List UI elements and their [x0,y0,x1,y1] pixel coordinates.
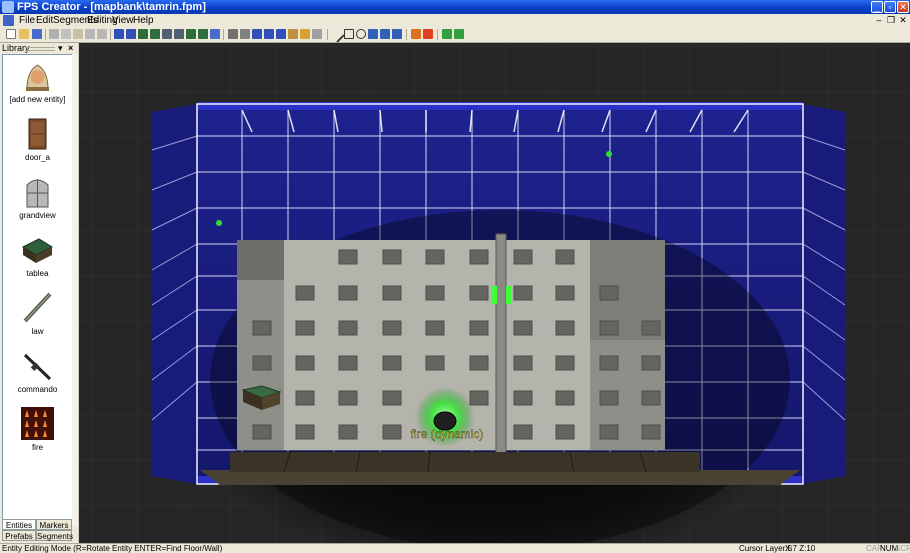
pin-icon[interactable]: ▾ [58,43,63,53]
menu-view[interactable]: View [112,14,134,27]
light-marker[interactable] [216,220,222,226]
tab-markers[interactable]: Markers [36,519,72,530]
library-panel: Library ▾ × [add new entity] door_a gran… [0,43,78,543]
zoom-icon[interactable] [210,29,220,39]
copy-icon[interactable] [61,29,71,39]
tab-segments[interactable]: Segments [36,530,73,541]
view-icon-3[interactable] [138,29,148,39]
entity-name: tablea [26,269,49,278]
title-bar: FPS Creator - [mapbank\tamrin.fpm] _ ▫ ✕ [0,0,910,14]
fire-icon [21,407,54,440]
tool-icon-7[interactable] [300,29,310,39]
minimize-button[interactable]: _ [871,1,883,13]
save-icon[interactable] [32,29,42,39]
select-icon-1[interactable] [368,29,378,39]
flag-icon-2[interactable] [423,29,433,39]
line-icon[interactable] [329,27,345,43]
build-game-icon[interactable] [454,29,464,39]
tool-icon-3[interactable] [252,29,262,39]
list-item[interactable]: law [3,287,72,345]
entity-name: fire [31,443,44,452]
app-icon [2,1,14,13]
circle-icon[interactable] [356,29,366,39]
open-icon[interactable] [19,29,29,39]
view-icon-2[interactable] [126,29,136,39]
mdi-close-icon[interactable]: ✕ [898,14,908,27]
paste-icon[interactable] [73,29,83,39]
select-icon-2[interactable] [380,29,390,39]
add-entity-icon [26,64,49,91]
menu-edit[interactable]: Edit [36,14,53,27]
level-scene[interactable]: fire (dynamic) [79,43,910,543]
panel-grip[interactable] [25,47,55,51]
tool-icon-1[interactable] [228,29,238,39]
view-icon-4[interactable] [150,29,160,39]
library-header: Library ▾ × [0,43,78,53]
entity-name: law [31,327,44,336]
entity-name: grandview [19,211,56,220]
tab-prefabs[interactable]: Prefabs [2,530,36,541]
layer-icon-1[interactable] [162,29,172,39]
entity-name: commando [17,385,58,394]
new-icon[interactable] [6,29,16,39]
list-item[interactable]: commando [3,345,72,403]
tool-icon-5[interactable] [276,29,286,39]
door-icon [28,118,47,150]
undo-icon[interactable] [85,29,95,39]
entity-list[interactable]: [add new entity] door_a grandview tablea… [2,54,73,526]
menu-bar: File Edit Segments Editing View Help – ❐… [0,14,910,27]
light-marker[interactable] [606,151,612,157]
entity-name: door_a [25,153,50,162]
tool-icon-8[interactable] [312,29,322,39]
entity-label: fire (dynamic) [411,427,484,441]
view-icon-1[interactable] [114,29,124,39]
list-item[interactable]: tablea [3,229,72,287]
tool-icon-6[interactable] [288,29,298,39]
list-item[interactable]: fire [3,403,72,461]
toolbar [0,27,910,43]
tool-icon-2[interactable] [240,29,250,39]
test-game-icon[interactable] [442,29,452,39]
cut-icon[interactable] [49,29,59,39]
commando-weapon-icon [23,353,52,381]
panel-close-icon[interactable]: × [68,43,73,53]
layer-icon-3[interactable] [186,29,196,39]
list-item[interactable]: [add new entity] [3,55,72,113]
menu-file[interactable]: File [19,14,35,27]
menu-help[interactable]: Help [133,14,154,27]
rectangle-icon[interactable] [344,29,354,39]
maximize-button[interactable]: ▫ [884,1,896,13]
document-icon[interactable] [3,15,14,26]
entity-name: [add new entity] [9,95,66,104]
redo-icon[interactable] [97,29,107,39]
tab-entities[interactable]: Entities [2,519,36,530]
list-item[interactable]: door_a [3,113,72,171]
law-weapon-icon [23,292,52,323]
tool-icon-4[interactable] [264,29,274,39]
window-icon [26,179,49,208]
mdi-restore-icon[interactable]: ❐ [886,14,896,27]
editor-viewport[interactable]: fire (dynamic) [79,43,910,543]
list-item[interactable]: grandview [3,171,72,229]
layer-icon-4[interactable] [198,29,208,39]
select-icon-3[interactable] [392,29,402,39]
window-title: FPS Creator - [mapbank\tamrin.fpm] [17,1,206,13]
flag-icon[interactable] [411,29,421,39]
mdi-minimize-icon[interactable]: – [874,14,884,27]
library-scrollbar[interactable] [72,54,78,526]
close-button[interactable]: ✕ [897,1,909,13]
table-icon [21,238,54,263]
layer-icon-2[interactable] [174,29,184,39]
